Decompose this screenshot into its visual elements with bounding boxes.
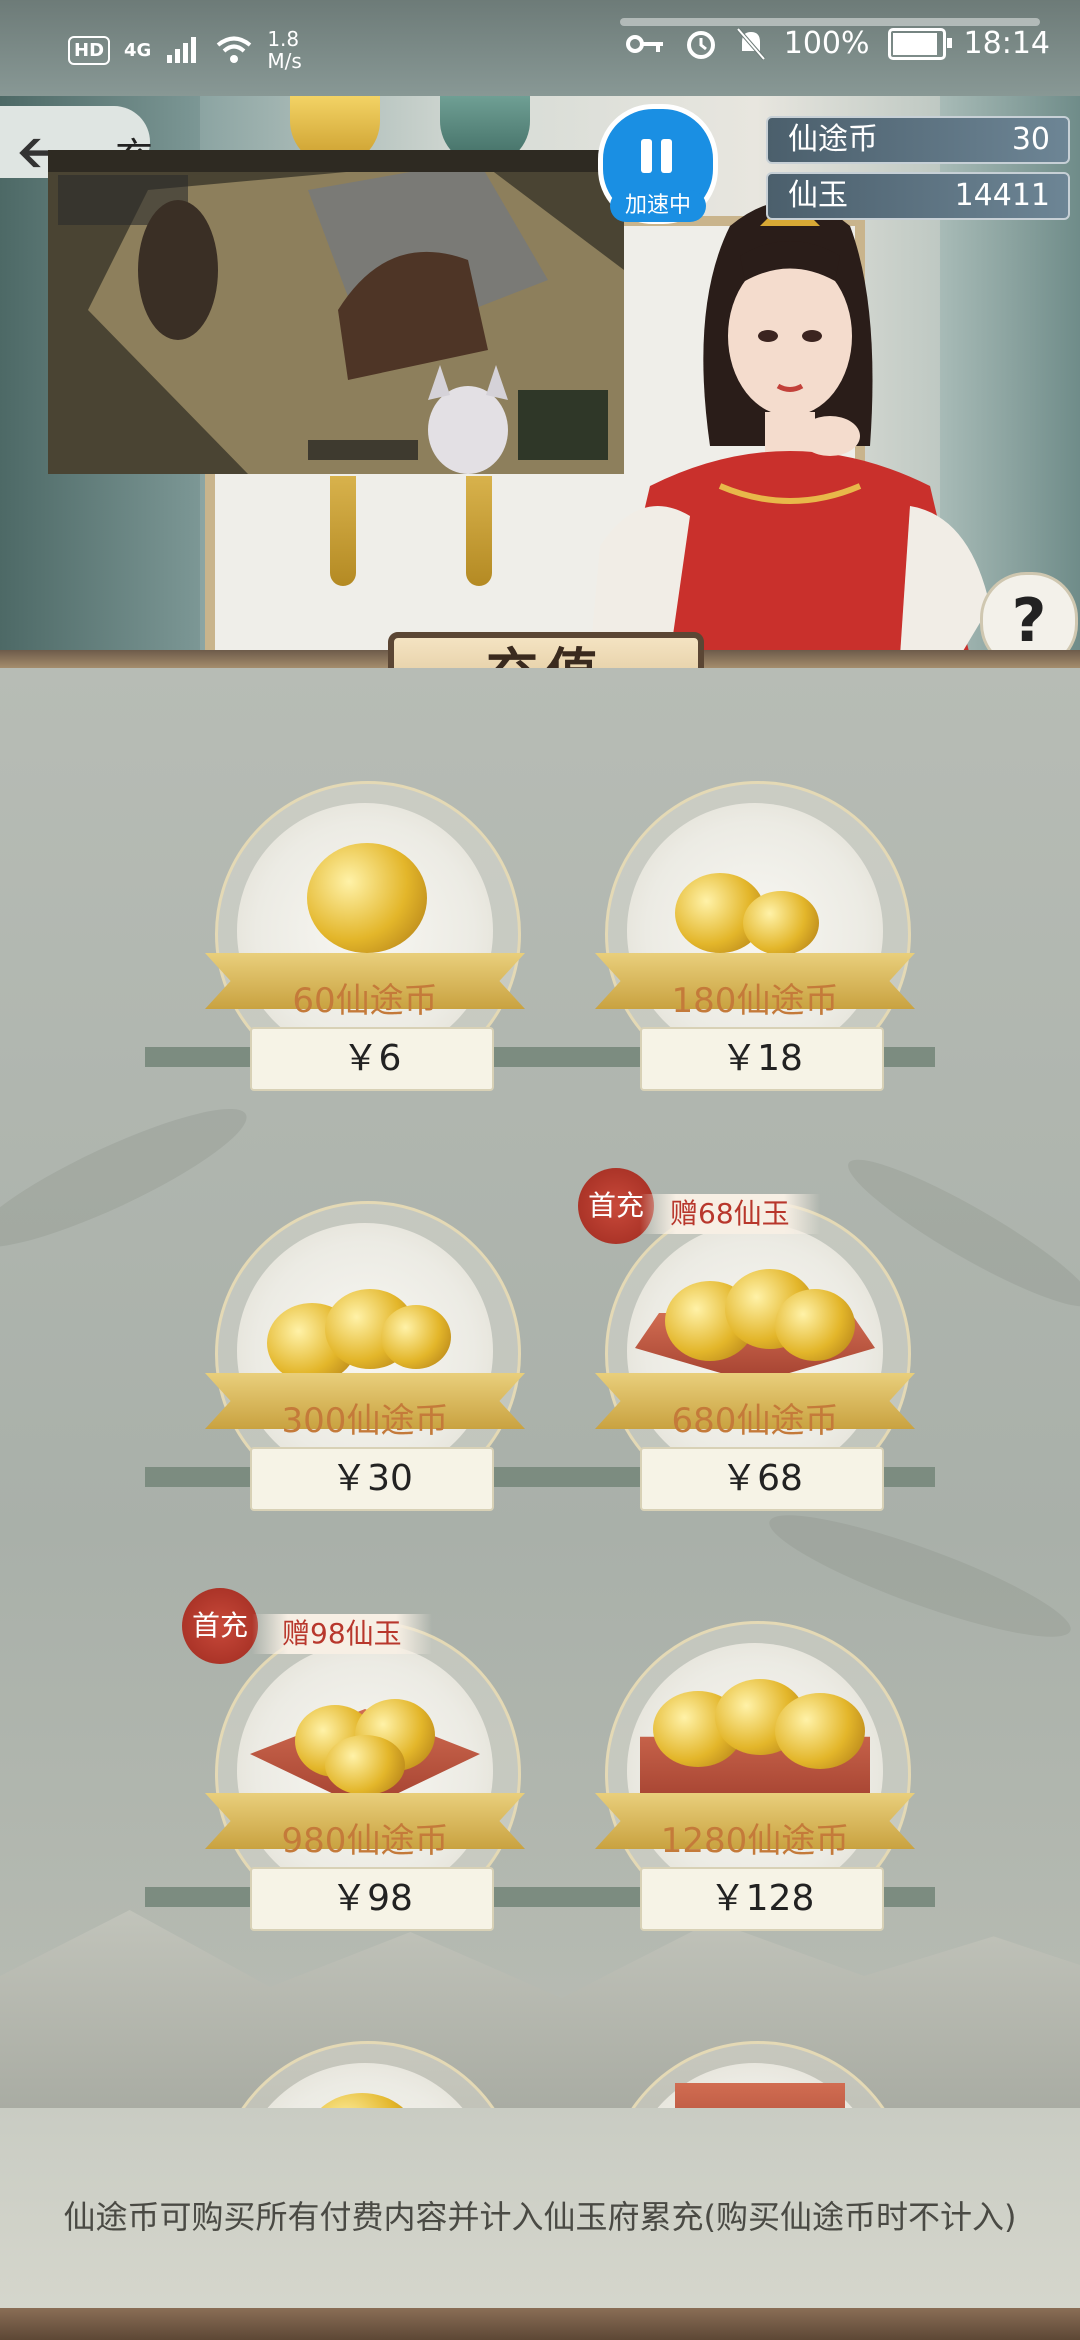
status-right: 100% 18:14 <box>625 26 1050 61</box>
video-frame <box>48 150 624 474</box>
status-left: HD 4G 1.8 M/s <box>68 28 302 72</box>
first-recharge-badge: 首充 <box>182 1588 258 1664</box>
recharge-panel[interactable]: 60仙途币 ￥6 180仙途币 ￥18 300仙途币 ￥30 680仙途币 ￥6… <box>0 668 1080 2108</box>
network-speed: 1.8 M/s <box>267 28 301 72</box>
bonus-label: 赠68仙玉 <box>640 1194 820 1234</box>
tassel <box>330 476 356 586</box>
pause-icon <box>641 139 652 173</box>
alarm-icon <box>686 30 715 59</box>
price-button[interactable]: ￥68 <box>640 1447 884 1511</box>
footer: 仙途币可购买所有付费内容并计入仙玉府累充(购买仙途币时不计入) <box>0 2108 1080 2308</box>
price-button[interactable]: ￥6 <box>250 1027 494 1091</box>
product-card-300[interactable]: 300仙途币 ￥30 <box>145 1193 575 1553</box>
key-icon <box>625 34 663 53</box>
price-button[interactable]: ￥30 <box>250 1447 494 1511</box>
resource-name: 仙途币 <box>788 122 878 157</box>
header-scene: 🡨 充值 加速中 仙途币 30 仙玉 14411 ? <box>0 96 1080 656</box>
wifi-icon <box>217 36 252 63</box>
coin-icon <box>775 1289 855 1361</box>
resource-value: 14411 <box>954 178 1050 213</box>
product-card-180[interactable]: 180仙途币 ￥18 <box>535 773 965 1133</box>
product-amount: 180仙途币 <box>671 981 839 1021</box>
coin-icon <box>743 891 819 955</box>
hd-badge: HD <box>68 35 111 65</box>
battery-icon <box>887 27 952 60</box>
coin-icon <box>775 1693 865 1769</box>
bonus-label: 赠98仙玉 <box>252 1614 432 1654</box>
product-amount: 1280仙途币 <box>660 1821 850 1861</box>
product-card-980[interactable]: 980仙途币 ￥98 <box>145 1613 575 1973</box>
signal-icon <box>167 37 197 63</box>
coin-icon <box>381 1305 451 1369</box>
tassel <box>466 476 492 586</box>
floating-video-window[interactable] <box>48 150 624 474</box>
coin-icon <box>307 843 427 953</box>
product-card-1280[interactable]: 1280仙途币 ￥128 <box>535 1613 965 1973</box>
product-card-680[interactable]: 680仙途币 ￥68 <box>535 1193 965 1553</box>
product-amount: 980仙途币 <box>281 1821 449 1861</box>
resource-xianyu: 仙玉 14411 <box>766 172 1070 220</box>
accelerate-label: 加速中 <box>610 190 706 222</box>
product-card-partial[interactable] <box>175 2033 575 2108</box>
product-amount: 680仙途币 <box>671 1401 839 1441</box>
battery-percent: 100% <box>783 26 870 61</box>
help-button[interactable]: ? <box>980 572 1078 656</box>
character-illustration <box>590 196 990 656</box>
resource-value: 30 <box>1011 122 1050 157</box>
product-card-partial[interactable] <box>565 2033 965 2108</box>
notification-handle[interactable] <box>620 18 1040 26</box>
resource-name: 仙玉 <box>788 178 848 213</box>
coin-icon <box>325 1735 405 1795</box>
speed-value: 1.8 <box>267 27 300 51</box>
status-bar: HD 4G 1.8 M/s 100% 18:14 <box>0 0 1080 96</box>
mute-bell-icon <box>736 27 766 60</box>
footer-note: 仙途币可购买所有付费内容并计入仙玉府累充(购买仙途币时不计入) <box>63 2198 1017 2236</box>
chest-icon <box>675 2083 845 2108</box>
product-amount: 60仙途币 <box>292 981 438 1021</box>
battery-level <box>892 32 937 55</box>
bottom-frame <box>0 2308 1080 2340</box>
product-card-60[interactable]: 60仙途币 ￥6 <box>145 773 575 1133</box>
price-button[interactable]: ￥98 <box>250 1867 494 1931</box>
speed-unit: M/s <box>267 49 302 73</box>
clock: 18:14 <box>963 26 1050 61</box>
price-button[interactable]: ￥128 <box>640 1867 884 1931</box>
price-button[interactable]: ￥18 <box>640 1027 884 1091</box>
product-amount: 300仙途币 <box>281 1401 449 1441</box>
resource-xiantu-coin: 仙途币 30 <box>766 116 1070 164</box>
network-label: 4G <box>124 39 152 61</box>
pause-icon <box>661 139 672 173</box>
